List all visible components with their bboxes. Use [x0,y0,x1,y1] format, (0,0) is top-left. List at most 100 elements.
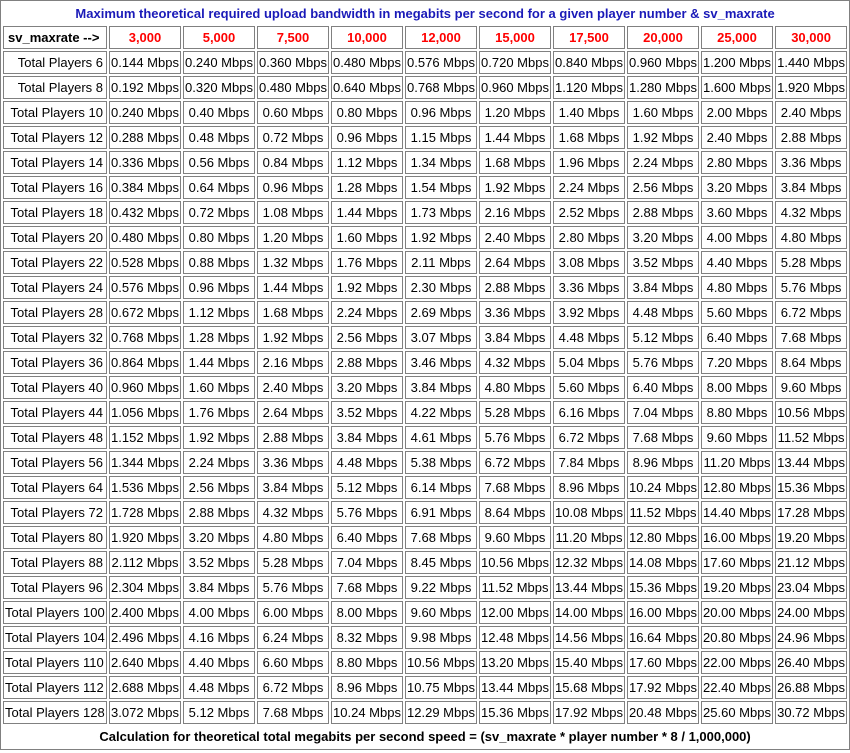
bandwidth-value-cell: 17.60 Mbps [627,651,699,674]
bandwidth-value-cell: 5.04 Mbps [553,351,625,374]
bandwidth-value-cell: 3.072 Mbps [109,701,181,724]
bandwidth-value-cell: 4.40 Mbps [183,651,255,674]
bandwidth-value-cell: 9.22 Mbps [405,576,477,599]
player-count-label: Total Players 24 [3,276,107,299]
bandwidth-value-cell: 2.56 Mbps [627,176,699,199]
bandwidth-value-cell: 7.68 Mbps [405,526,477,549]
bandwidth-value-cell: 3.20 Mbps [331,376,403,399]
bandwidth-value-cell: 3.52 Mbps [331,401,403,424]
bandwidth-value-cell: 4.80 Mbps [775,226,848,249]
bandwidth-value-cell: 2.00 Mbps [701,101,773,124]
table-row: Total Players 104 2.496 Mbps 4.16 Mbps 6.24… [3,626,848,649]
bandwidth-value-cell: 3.84 Mbps [257,476,329,499]
bandwidth-value-cell: 1.08 Mbps [257,201,329,224]
player-count-label: Total Players 110 [3,651,107,674]
table-row: Total Players 12 0.288 Mbps 0.48 Mbps 0.72 … [3,126,848,149]
bandwidth-value-cell: 1.20 Mbps [257,226,329,249]
rate-header-cell: 12,000 [405,26,477,49]
bandwidth-value-cell: 12.00 Mbps [479,601,551,624]
bandwidth-value-cell: 24.96 Mbps [775,626,848,649]
player-count-label: Total Players 80 [3,526,107,549]
player-count-label: Total Players 22 [3,251,107,274]
bandwidth-value-cell: 2.88 Mbps [183,501,255,524]
player-count-label: Total Players 44 [3,401,107,424]
bandwidth-value-cell: 12.48 Mbps [479,626,551,649]
bandwidth-value-cell: 3.84 Mbps [775,176,848,199]
bandwidth-value-cell: 11.52 Mbps [775,426,848,449]
bandwidth-value-cell: 2.304 Mbps [109,576,181,599]
rate-header-cell: 20,000 [627,26,699,49]
player-count-label: Total Players 64 [3,476,107,499]
player-count-label: Total Players 14 [3,151,107,174]
bandwidth-value-cell: 15.36 Mbps [479,701,551,724]
bandwidth-value-cell: 6.40 Mbps [627,376,699,399]
bandwidth-value-cell: 0.336 Mbps [109,151,181,174]
bandwidth-value-cell: 10.08 Mbps [553,501,625,524]
table-row: Total Players 14 0.336 Mbps 0.56 Mbps 0.84 … [3,151,848,174]
bandwidth-value-cell: 15.36 Mbps [775,476,848,499]
bandwidth-value-cell: 8.00 Mbps [701,376,773,399]
bandwidth-value-cell: 0.960 Mbps [109,376,181,399]
bandwidth-value-cell: 10.24 Mbps [627,476,699,499]
bandwidth-value-cell: 0.480 Mbps [257,76,329,99]
bandwidth-value-cell: 2.88 Mbps [331,351,403,374]
bandwidth-value-cell: 1.68 Mbps [553,126,625,149]
bandwidth-value-cell: 1.15 Mbps [405,126,477,149]
table-row: Total Players 8 0.192 Mbps 0.320 Mbps 0.480… [3,76,848,99]
bandwidth-value-cell: 11.20 Mbps [553,526,625,549]
bandwidth-value-cell: 24.00 Mbps [775,601,848,624]
bandwidth-value-cell: 8.45 Mbps [405,551,477,574]
bandwidth-value-cell: 3.07 Mbps [405,326,477,349]
bandwidth-value-cell: 0.240 Mbps [109,101,181,124]
bandwidth-value-cell: 0.640 Mbps [331,76,403,99]
bandwidth-value-cell: 0.384 Mbps [109,176,181,199]
bandwidth-value-cell: 0.240 Mbps [183,51,255,74]
rate-header-cell: 17,500 [553,26,625,49]
bandwidth-value-cell: 3.36 Mbps [479,301,551,324]
bandwidth-value-cell: 3.36 Mbps [775,151,848,174]
bandwidth-value-cell: 9.60 Mbps [405,601,477,624]
bandwidth-value-cell: 5.76 Mbps [331,501,403,524]
player-count-label: Total Players 28 [3,301,107,324]
bandwidth-value-cell: 0.80 Mbps [183,226,255,249]
rate-header-cell: 15,000 [479,26,551,49]
bandwidth-value-cell: 0.60 Mbps [257,101,329,124]
bandwidth-value-cell: 2.88 Mbps [257,426,329,449]
bandwidth-value-cell: 0.864 Mbps [109,351,181,374]
bandwidth-value-cell: 0.576 Mbps [405,51,477,74]
bandwidth-value-cell: 1.728 Mbps [109,501,181,524]
player-count-label: Total Players 16 [3,176,107,199]
bandwidth-value-cell: 8.96 Mbps [331,676,403,699]
table-row: Total Players 10 0.240 Mbps 0.40 Mbps 0.60 … [3,101,848,124]
bandwidth-value-cell: 20.80 Mbps [701,626,773,649]
bandwidth-value-cell: 0.72 Mbps [183,201,255,224]
bandwidth-value-cell: 1.920 Mbps [109,526,181,549]
bandwidth-value-cell: 3.52 Mbps [183,551,255,574]
table-row: Total Players 56 1.344 Mbps 2.24 Mbps 3.36 … [3,451,848,474]
bandwidth-value-cell: 7.04 Mbps [331,551,403,574]
table-row: Total Players 16 0.384 Mbps 0.64 Mbps 0.96 … [3,176,848,199]
bandwidth-value-cell: 1.73 Mbps [405,201,477,224]
rate-header-cell: 10,000 [331,26,403,49]
bandwidth-value-cell: 5.76 Mbps [257,576,329,599]
table-body: Total Players 6 0.144 Mbps 0.240 Mbps 0.360… [3,51,848,724]
bandwidth-value-cell: 0.48 Mbps [183,126,255,149]
table-row: Total Players 24 0.576 Mbps 0.96 Mbps 1.44 … [3,276,848,299]
table-row: Total Players 128 3.072 Mbps 5.12 Mbps 7.68… [3,701,848,724]
bandwidth-value-cell: 0.96 Mbps [183,276,255,299]
bandwidth-value-cell: 3.84 Mbps [405,376,477,399]
bandwidth-value-cell: 15.68 Mbps [553,676,625,699]
bandwidth-value-cell: 6.72 Mbps [479,451,551,474]
sv-maxrate-label: sv_maxrate --> [3,26,107,49]
bandwidth-value-cell: 8.32 Mbps [331,626,403,649]
bandwidth-value-cell: 10.56 Mbps [479,551,551,574]
bandwidth-value-cell: 0.80 Mbps [331,101,403,124]
bandwidth-value-cell: 1.32 Mbps [257,251,329,274]
bandwidth-value-cell: 2.40 Mbps [775,101,848,124]
bandwidth-value-cell: 6.14 Mbps [405,476,477,499]
bandwidth-value-cell: 13.44 Mbps [553,576,625,599]
bandwidth-value-cell: 17.28 Mbps [775,501,848,524]
bandwidth-value-cell: 0.840 Mbps [553,51,625,74]
bandwidth-value-cell: 11.20 Mbps [701,451,773,474]
bandwidth-value-cell: 5.28 Mbps [479,401,551,424]
